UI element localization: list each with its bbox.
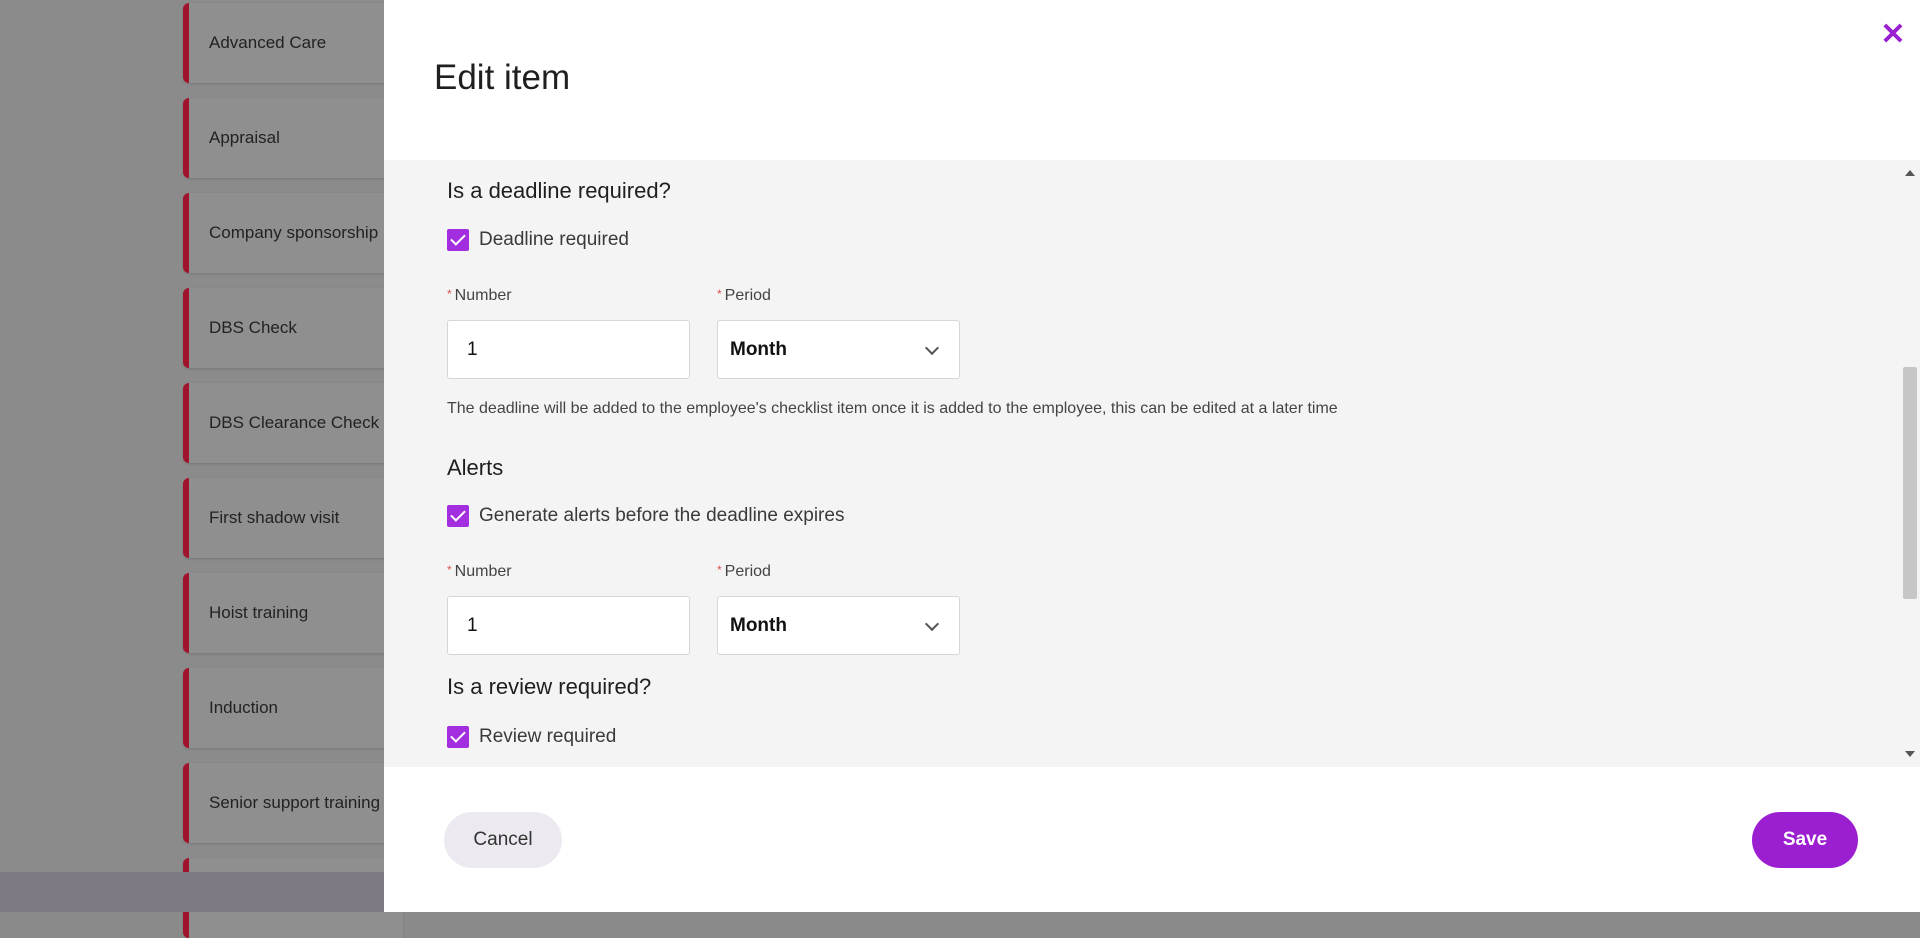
list-item: DBS Check: [183, 288, 403, 368]
alerts-period-select[interactable]: Month: [717, 596, 960, 655]
list-item-label: Senior support training: [209, 793, 381, 812]
cancel-button[interactable]: Cancel: [444, 812, 562, 868]
background-footer-bar: [0, 872, 384, 912]
deadline-period-value: Month: [730, 339, 787, 360]
deadline-period-select[interactable]: Month: [717, 320, 960, 379]
list-item: First shadow visit: [183, 478, 403, 558]
deadline-number-input[interactable]: 1: [447, 320, 690, 379]
review-heading: Is a review required?: [447, 674, 652, 699]
list-item: Appraisal: [183, 98, 403, 178]
edit-item-drawer: Edit item ✕ Is a deadline required? Dead…: [384, 0, 1920, 912]
list-item-label: Advanced Care: [209, 33, 327, 52]
drawer-footer: Cancel Save: [384, 767, 1920, 912]
alerts-checkbox[interactable]: [447, 505, 469, 527]
deadline-heading: Is a deadline required?: [447, 178, 671, 203]
chevron-down-icon: [924, 340, 940, 356]
alerts-period-value: Month: [730, 615, 787, 636]
list-item-label: DBS Check: [209, 318, 297, 337]
drawer-header: Edit item ✕: [384, 0, 1920, 160]
deadline-required-checkbox[interactable]: [447, 229, 469, 251]
review-required-checkbox[interactable]: [447, 726, 469, 748]
deadline-required-checkbox-row[interactable]: Deadline required: [447, 228, 629, 252]
save-button[interactable]: Save: [1752, 812, 1858, 868]
list-item: DBS Clearance Check: [183, 383, 403, 463]
list-item: Senior support training: [183, 763, 403, 843]
list-item-label: First shadow visit: [209, 508, 340, 527]
list-item-label: DBS Clearance Check: [209, 413, 380, 432]
drawer-content[interactable]: Is a deadline required? Deadline require…: [384, 160, 1899, 767]
alerts-checkbox-label[interactable]: Generate alerts before the deadline expi…: [479, 505, 844, 527]
alerts-number-label: * Number: [447, 563, 512, 580]
chevron-down-icon: [924, 616, 940, 632]
scroll-down-arrow-icon[interactable]: [1905, 751, 1915, 757]
list-item: Induction: [183, 668, 403, 748]
list-item: Hoist training: [183, 573, 403, 653]
list-item-label: Hoist training: [209, 603, 309, 622]
list-item: Company sponsorship: [183, 193, 403, 273]
scroll-up-arrow-icon[interactable]: [1905, 170, 1915, 176]
content-scrollbar[interactable]: [1899, 160, 1920, 767]
background-checklist: Advanced Care Appraisal Company sponsors…: [0, 0, 403, 938]
close-icon[interactable]: ✕: [1878, 20, 1908, 50]
drawer-title: Edit item: [434, 58, 571, 97]
deadline-required-label[interactable]: Deadline required: [479, 229, 629, 251]
list-item-label: Appraisal: [209, 128, 280, 147]
list-item: Advanced Care: [183, 3, 403, 83]
list-item-label: Induction: [209, 698, 278, 717]
deadline-number-label: * Number: [447, 287, 512, 304]
deadline-helper-text: The deadline will be added to the employ…: [447, 400, 1338, 417]
review-required-label[interactable]: Review required: [479, 726, 616, 748]
alerts-period-label: * Period: [717, 563, 771, 580]
list-item-label: Company sponsorship: [209, 223, 379, 242]
alerts-heading: Alerts: [447, 455, 504, 480]
alerts-checkbox-row[interactable]: Generate alerts before the deadline expi…: [447, 504, 844, 528]
review-checkbox-row[interactable]: Review required: [447, 725, 616, 749]
scroll-thumb[interactable]: [1903, 367, 1917, 599]
deadline-period-label: * Period: [717, 287, 771, 304]
alerts-number-input[interactable]: 1: [447, 596, 690, 655]
